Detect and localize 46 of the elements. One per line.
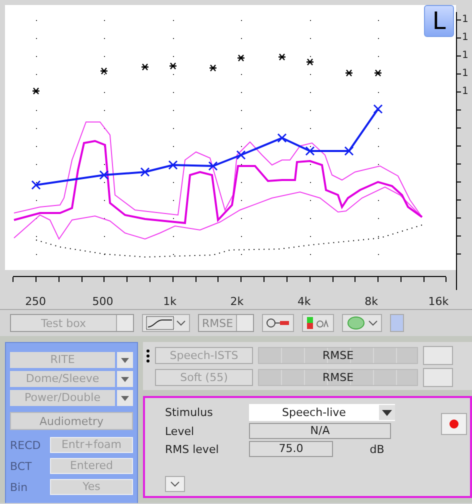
unit-label: dB [368,442,386,456]
curve-icon [146,316,174,330]
row-label: BCT [10,460,33,472]
expand-button[interactable] [165,476,185,492]
axis-label: 1 [462,87,468,97]
axis-label: 16k [427,294,450,308]
axis-label: 8k [364,294,379,308]
row-label: RECD [10,438,42,452]
row-value: Yes [50,479,133,495]
axis-label: 250 [24,294,48,308]
row-value: Entered [50,458,133,474]
field-label: Level [165,424,196,438]
level-field: N/A [249,423,391,439]
rmse-meter: RMSE [258,347,418,364]
axis-label: 1 [462,33,468,43]
axis-label: 2k [229,294,245,308]
field-label: Stimulus [165,406,214,419]
record-icon [449,419,459,429]
row-value: Entr+foam [50,437,133,453]
caret-icon [170,481,180,487]
axis-label: 1k [162,294,178,308]
caret-icon [176,319,186,327]
axis-label: 1 [462,15,468,25]
ear-side-button[interactable]: L [424,5,454,37]
stimulus-dropdown[interactable]: Speech-live [249,404,395,421]
record-button[interactable] [441,413,467,435]
oval-icon [346,316,366,330]
audiometry-button[interactable]: Audiometry [10,412,133,430]
stimulus-field[interactable]: Speech-ISTS [155,347,253,364]
caret-icon [368,319,378,327]
field-label: RMS level [165,442,220,456]
level-meter-icon[interactable] [302,314,334,332]
ear-mode-dropdown[interactable] [342,314,382,332]
axis-label: 1 [462,51,468,61]
caret-icon [382,408,392,416]
rmse-meter: RMSE [258,369,418,386]
handle-icon[interactable] [146,348,150,362]
stimulus-field[interactable]: Soft (55) [155,369,253,386]
axis-label: 4k [296,294,312,308]
rms-level-field: 75.0 [249,441,333,457]
axis-label: 1 [462,69,468,79]
curve-view-dropdown[interactable] [142,314,190,332]
probe-icon[interactable] [262,314,294,332]
rmse-button[interactable]: RMSE [198,314,254,332]
row-label: Bin [10,480,29,494]
axis-label: 500 [91,294,114,308]
